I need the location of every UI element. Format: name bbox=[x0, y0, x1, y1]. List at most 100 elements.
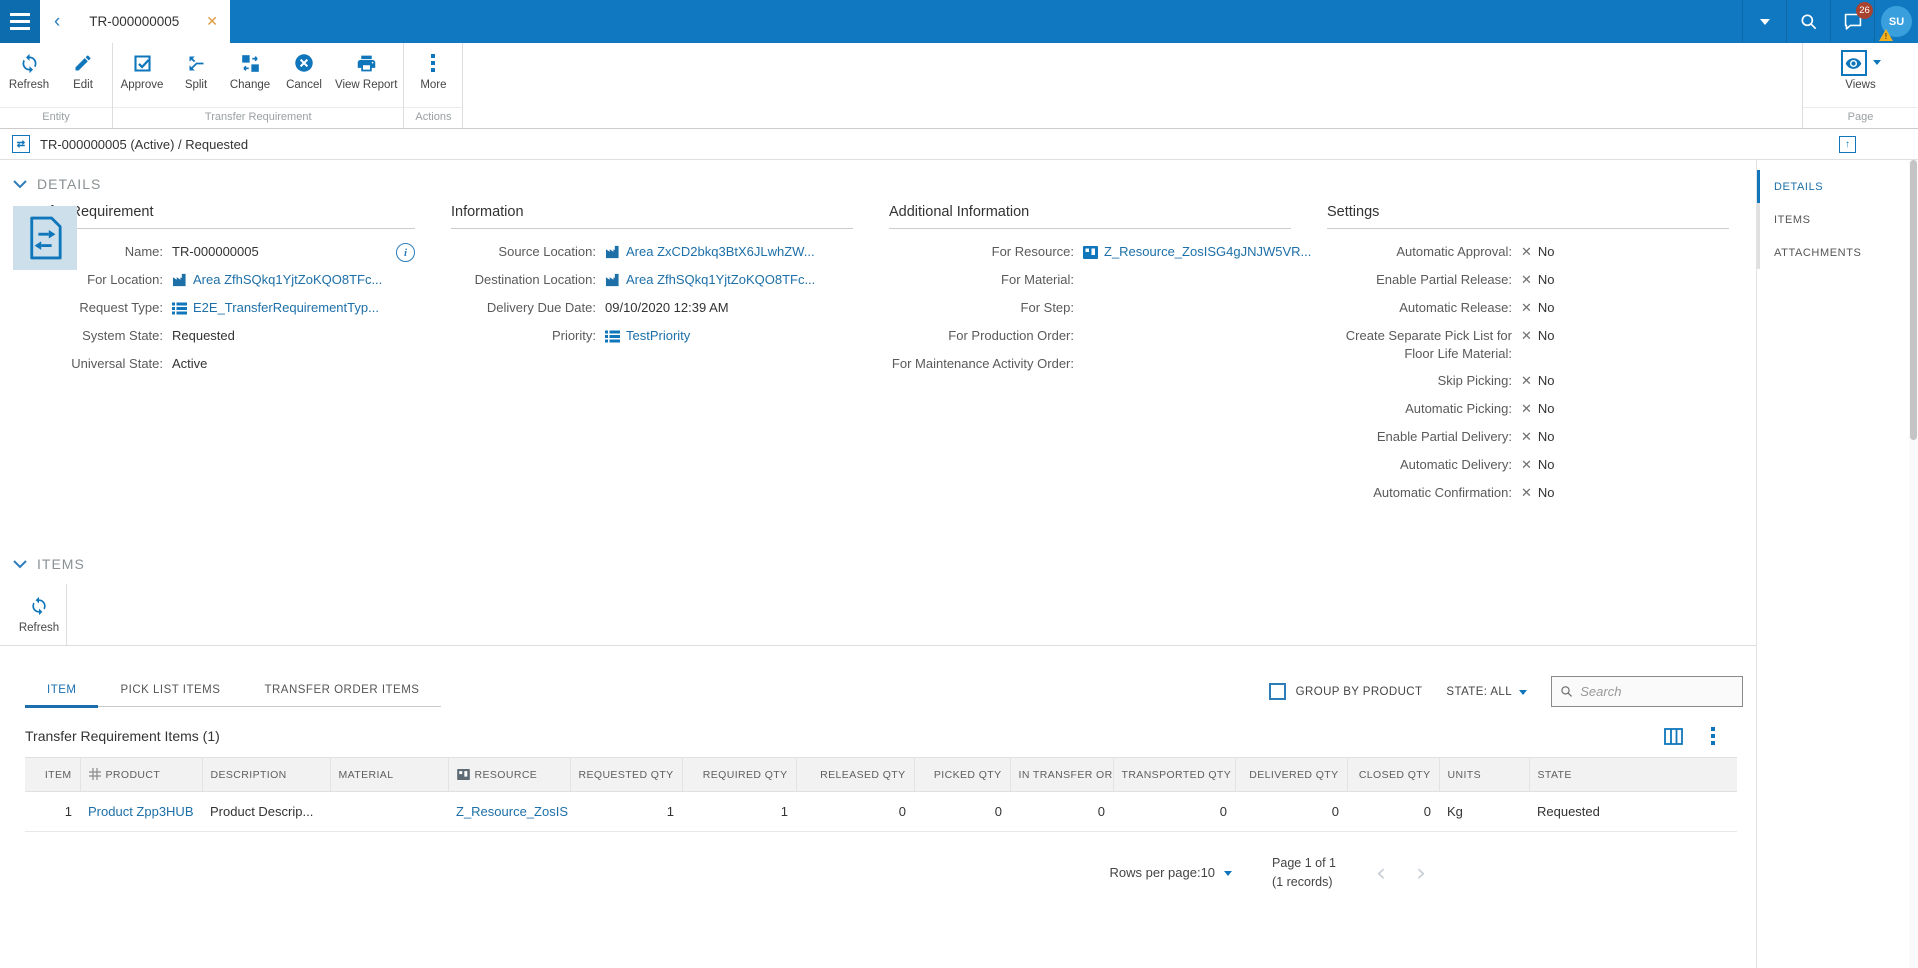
split-button[interactable]: Split bbox=[169, 43, 223, 107]
pencil-icon bbox=[75, 55, 91, 71]
column-header-transported-qty[interactable]: TRANSPORTED QTY bbox=[1113, 757, 1236, 793]
cell-state: Requested bbox=[1529, 791, 1737, 833]
scrollbar[interactable] bbox=[1909, 160, 1918, 968]
columns-icon[interactable] bbox=[1664, 727, 1683, 745]
toolbar-group-label-transfer-requirement: Transfer Requirement bbox=[113, 107, 404, 128]
split-icon bbox=[189, 56, 203, 70]
column-header-item[interactable]: ITEM bbox=[25, 757, 81, 793]
setting-value: No bbox=[1537, 401, 1555, 417]
tab-close-icon[interactable]: ✕ bbox=[204, 13, 220, 30]
tab-transfer-order-items[interactable]: TRANSFER ORDER ITEMS bbox=[242, 676, 441, 706]
refresh-button[interactable]: Refresh bbox=[2, 43, 56, 107]
column-header-requested-qty[interactable]: REQUESTED QTY bbox=[570, 757, 683, 793]
destination-location-link[interactable]: Area ZfhSQkq1YjtZoKQO8TFc... bbox=[626, 271, 815, 289]
column-header-closed-qty[interactable]: CLOSED QTY bbox=[1347, 757, 1440, 793]
column-header-product[interactable]: PRODUCT bbox=[80, 757, 203, 793]
approve-button[interactable]: Approve bbox=[115, 43, 169, 107]
column-header-in-transfer[interactable]: IN TRANSFER OR... bbox=[1010, 757, 1114, 793]
toolbar-divider bbox=[66, 584, 67, 646]
column-header-picked-qty[interactable]: PICKED QTY bbox=[914, 757, 1011, 793]
sidenav-item-details[interactable]: DETAILS bbox=[1757, 170, 1918, 203]
card-title: Settings bbox=[1327, 204, 1729, 229]
column-header-required-qty[interactable]: REQUIRED QTY bbox=[682, 757, 797, 793]
views-button[interactable]: Views bbox=[1834, 43, 1888, 107]
sidenav-item-attachments[interactable]: ATTACHMENTS bbox=[1757, 236, 1918, 269]
refresh-icon bbox=[22, 53, 36, 73]
priority-link[interactable]: TestPriority bbox=[626, 327, 690, 345]
tab-back-chevron-icon[interactable]: ‹ bbox=[50, 12, 64, 31]
edit-button[interactable]: Edit bbox=[56, 43, 110, 107]
information-card: Information Source Location: Area ZxCD2b… bbox=[451, 204, 853, 512]
field-label: Skip Picking: bbox=[1437, 373, 1512, 389]
for-resource-link[interactable]: Z_Resource_ZosISG4gJNJW5VR... bbox=[1104, 243, 1311, 261]
state-filter-dropdown[interactable]: STATE: ALL bbox=[1446, 686, 1527, 698]
collapse-chevron-icon[interactable] bbox=[13, 560, 27, 569]
more-button[interactable]: More bbox=[406, 43, 460, 107]
column-header-material[interactable]: MATERIAL bbox=[330, 757, 449, 793]
topbar: ‹ TR-000000005 ✕ 26 SU ! bbox=[0, 0, 1918, 43]
cross-icon: ✕ bbox=[1521, 272, 1532, 287]
field-label: For Material: bbox=[1001, 272, 1074, 287]
card-title: Additional Information bbox=[889, 204, 1291, 229]
cross-icon: ✕ bbox=[1521, 485, 1532, 501]
cancel-button[interactable]: Cancel bbox=[277, 43, 331, 107]
source-location-link[interactable]: Area ZxCD2bkq3BtX6JLwhZW... bbox=[626, 243, 815, 261]
user-menu-button[interactable]: SU ! bbox=[1874, 0, 1918, 43]
resource-icon bbox=[1083, 245, 1098, 259]
tab-item[interactable]: ITEM bbox=[25, 676, 99, 709]
rows-per-page-dropdown[interactable]: Rows per page:10 bbox=[1110, 865, 1233, 880]
items-refresh-button[interactable]: Refresh bbox=[12, 584, 66, 645]
page-info: Page 1 of 1 (1 records) bbox=[1272, 856, 1336, 889]
field-label: For Step: bbox=[1020, 300, 1074, 315]
menu-button[interactable] bbox=[0, 0, 40, 43]
column-header-delivered-qty[interactable]: DELIVERED QTY bbox=[1235, 757, 1348, 793]
setting-value: No bbox=[1537, 272, 1555, 287]
setting-value: No bbox=[1537, 328, 1555, 343]
items-tabs: ITEM PICK LIST ITEMS TRANSFER ORDER ITEM… bbox=[25, 676, 442, 709]
notifications-button[interactable]: 26 bbox=[1830, 0, 1874, 43]
next-page-button[interactable]: › bbox=[1416, 860, 1426, 885]
field-label: Automatic Confirmation: bbox=[1373, 485, 1512, 501]
column-header-description[interactable]: DESCRIPTION bbox=[202, 757, 331, 793]
notification-badge: 26 bbox=[1856, 2, 1873, 19]
universal-state-value: Active bbox=[172, 356, 208, 371]
eye-icon bbox=[1845, 57, 1862, 69]
search-button[interactable] bbox=[1786, 0, 1830, 43]
setting-value: No bbox=[1537, 373, 1555, 389]
table-menu-kebab-icon[interactable] bbox=[1711, 727, 1715, 746]
cell-closed-qty: 0 bbox=[1347, 791, 1439, 833]
resource-link[interactable]: Z_Resource_ZosIS bbox=[456, 804, 568, 819]
scroll-top-button[interactable]: ↑ bbox=[1839, 135, 1856, 153]
setting-value: No bbox=[1537, 244, 1555, 259]
column-header-released-qty[interactable]: RELEASED QTY bbox=[796, 757, 915, 793]
field-label: For Location: bbox=[87, 272, 163, 287]
column-header-units[interactable]: UNITS bbox=[1439, 757, 1530, 793]
view-report-button[interactable]: View Report bbox=[331, 43, 401, 107]
previous-page-button[interactable]: ‹ bbox=[1376, 860, 1386, 885]
cell-item: 1 bbox=[25, 791, 80, 833]
toolbar-group-label-page: Page bbox=[1803, 107, 1918, 128]
chevron-down-icon bbox=[1519, 690, 1527, 699]
entity-tab[interactable]: ‹ TR-000000005 ✕ bbox=[40, 0, 230, 43]
for-location-link[interactable]: Area ZfhSQkq1YjtZoKQO8TFc... bbox=[193, 271, 382, 289]
tab-pick-list-items[interactable]: PICK LIST ITEMS bbox=[98, 676, 242, 706]
column-header-state[interactable]: STATE bbox=[1529, 757, 1737, 793]
scrollbar-thumb[interactable] bbox=[1910, 160, 1917, 440]
sidenav-item-items[interactable]: ITEMS bbox=[1757, 203, 1918, 236]
setting-value: No bbox=[1537, 300, 1555, 315]
request-type-link[interactable]: E2E_TransferRequirementTyp... bbox=[193, 299, 379, 317]
items-section-title: ITEMS bbox=[37, 556, 85, 573]
change-button[interactable]: Change bbox=[223, 43, 277, 107]
group-by-product-checkbox[interactable] bbox=[1268, 683, 1286, 701]
info-icon[interactable]: i bbox=[396, 243, 415, 262]
search-input[interactable] bbox=[1580, 684, 1734, 700]
collapse-chevron-icon[interactable] bbox=[13, 179, 27, 189]
topbar-dropdown-button[interactable] bbox=[1742, 0, 1786, 43]
factory-icon bbox=[605, 246, 619, 259]
column-header-resource[interactable]: RESOURCE bbox=[448, 757, 571, 793]
delivery-due-date-value: 09/10/2020 12:39 AM bbox=[605, 300, 729, 315]
table-row[interactable]: 1 Product Zpp3HUB Product Descrip... Z_R… bbox=[25, 791, 1737, 833]
product-link[interactable]: Product Zpp3HUB bbox=[88, 804, 194, 819]
items-table-panel: Transfer Requirement Items (1) ITEM PROD bbox=[25, 727, 1737, 833]
field-label: Enable Partial Release: bbox=[1376, 272, 1512, 287]
